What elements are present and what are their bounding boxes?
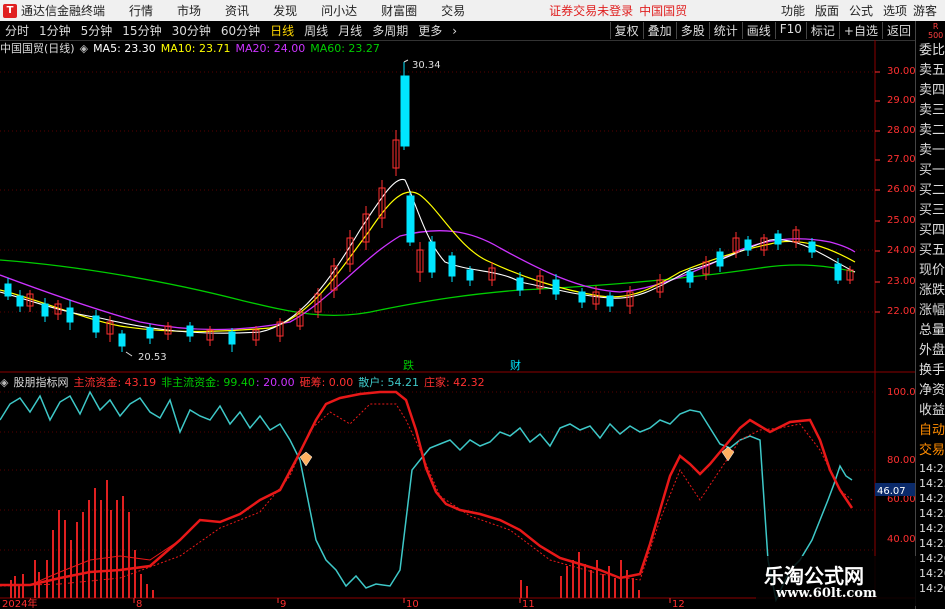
x-label-9: 9 bbox=[280, 599, 286, 609]
rp-time-5: 14:25 bbox=[919, 537, 945, 550]
x-label-8: 8 bbox=[136, 599, 142, 609]
rp-buy4[interactable]: 买四 bbox=[916, 221, 945, 241]
indicator-dropdown-icon[interactable]: ◈ bbox=[0, 376, 8, 389]
price-tick-6: 24.00 bbox=[887, 245, 915, 256]
price-tick-2: 28.00 bbox=[887, 125, 915, 136]
x-label-10: 10 bbox=[406, 599, 419, 609]
price-tick-4: 26.00 bbox=[887, 184, 915, 195]
marker-cai: 财 bbox=[510, 358, 521, 372]
right-quote-panel: 委比 卖五 卖四 卖三 卖二 卖一 买一 买二 买三 买四 买五 现价 涨跌 涨… bbox=[915, 21, 945, 609]
rp-time-2: 14:25 bbox=[919, 492, 945, 505]
rp-zongliang: 总量 bbox=[919, 323, 945, 338]
rp-huanshou: 换手 bbox=[919, 363, 945, 378]
rp-time-0: 14:25 bbox=[919, 462, 945, 475]
ma10-label: MA10: 23.71 bbox=[160, 41, 231, 55]
marker-die: 跌 bbox=[403, 358, 414, 372]
main-chart-header: 中国国贸(日线) ◈ MA5: 23.30 MA10: 23.71 MA20: … bbox=[0, 40, 385, 56]
price-tick-3: 27.00 bbox=[887, 154, 915, 165]
ma60-line bbox=[0, 259, 856, 317]
rp-time-7: 14:26 bbox=[919, 567, 945, 580]
main-fund-label: 主流资金: 43.19 bbox=[73, 376, 157, 389]
chart-canvas[interactable]: 30.00 29.00 28.00 27.00 26.00 25.00 24.0… bbox=[0, 0, 915, 609]
indicator-header: ◈ 股朋指标网 主流资金: 43.19 非主流资金: 99.40 : 20.00… bbox=[0, 374, 490, 390]
indicator-name[interactable]: 股朋指标网 bbox=[13, 374, 68, 390]
x-label-2024: 2024年 bbox=[2, 597, 37, 609]
rp-sell3[interactable]: 卖三 bbox=[916, 101, 945, 121]
rp-sell5[interactable]: 卖五 bbox=[916, 61, 945, 81]
rp-sell1[interactable]: 卖一 bbox=[916, 141, 945, 161]
rp-zhangfu: 涨幅 bbox=[919, 303, 945, 318]
rp-time-1: 14:25 bbox=[919, 477, 945, 490]
rp-time-8: 14:26 bbox=[919, 582, 945, 595]
rp-time-6: 14:26 bbox=[919, 552, 945, 565]
ma60-label: MA60: 23.27 bbox=[310, 41, 380, 55]
ma20-label: MA20: 24.00 bbox=[235, 41, 306, 55]
high-price-label: 30.34 bbox=[412, 60, 441, 71]
ind-tick-0: 100.0 bbox=[887, 387, 915, 398]
rp-buy3[interactable]: 买三 bbox=[916, 201, 945, 221]
chips-label: 砸筹: 0.00 bbox=[299, 376, 354, 389]
rp-jingzi: 净资 bbox=[919, 383, 945, 398]
candles bbox=[4, 62, 854, 352]
rp-waipan: 外盘 bbox=[919, 343, 945, 358]
price-tick-1: 29.00 bbox=[887, 95, 915, 106]
dealer-label: 庄家: 42.32 bbox=[423, 376, 485, 389]
price-tick-5: 25.00 bbox=[887, 215, 915, 226]
signal-diamond-icon bbox=[299, 451, 313, 467]
ma10-line bbox=[0, 191, 856, 333]
r-badge: R 500 bbox=[928, 22, 944, 40]
rp-buy1[interactable]: 买一 bbox=[916, 161, 945, 181]
rp-shouyi: 收益 bbox=[919, 403, 945, 418]
rp-jiaoyi[interactable]: 交易 bbox=[916, 441, 945, 461]
rp-buy2[interactable]: 买二 bbox=[916, 181, 945, 201]
val20-label: : 20.00 bbox=[255, 375, 295, 389]
dropdown-icon[interactable]: ◈ bbox=[80, 42, 88, 55]
non-main-fund-label: 非主流资金: 99.40 bbox=[161, 376, 255, 389]
rp-weibi[interactable]: 委比 bbox=[916, 41, 945, 61]
rp-xianjia: 现价 bbox=[919, 263, 945, 278]
ind-tick-3: 40.00 bbox=[887, 534, 915, 545]
rp-time-3: 14:25 bbox=[919, 507, 945, 520]
guest-label[interactable]: 游客 bbox=[913, 2, 937, 19]
price-tick-8: 22.00 bbox=[887, 306, 915, 317]
watermark-url: www.60lt.com bbox=[776, 586, 877, 601]
watermark-title: 乐淘公式网 bbox=[764, 564, 864, 588]
ma5-label: MA5: 23.30 bbox=[93, 41, 156, 55]
x-label-12: 12 bbox=[672, 599, 685, 609]
rp-zhangdie: 涨跌 bbox=[919, 283, 945, 298]
rp-zidong[interactable]: 自动 bbox=[916, 421, 945, 441]
price-tick-0: 30.00 bbox=[887, 66, 915, 77]
dealer-line bbox=[0, 390, 854, 587]
ma20-line bbox=[0, 229, 856, 331]
rp-buy5[interactable]: 买五 bbox=[916, 241, 945, 261]
retail-histogram bbox=[10, 480, 640, 598]
x-label-11: 11 bbox=[522, 599, 535, 609]
rp-time-4: 14:25 bbox=[919, 522, 945, 535]
rp-sell2[interactable]: 卖二 bbox=[916, 121, 945, 141]
rp-sell4[interactable]: 卖四 bbox=[916, 81, 945, 101]
retail-label: 散户: 54.21 bbox=[358, 376, 419, 389]
price-tick-7: 23.00 bbox=[887, 276, 915, 287]
stock-daily-title: 中国国贸(日线) bbox=[0, 42, 75, 55]
current-value-badge: 46.07 bbox=[877, 486, 906, 497]
low-price-label: 20.53 bbox=[138, 352, 167, 363]
ind-tick-1: 80.00 bbox=[887, 455, 915, 466]
dealer-dotted-line bbox=[0, 403, 853, 587]
